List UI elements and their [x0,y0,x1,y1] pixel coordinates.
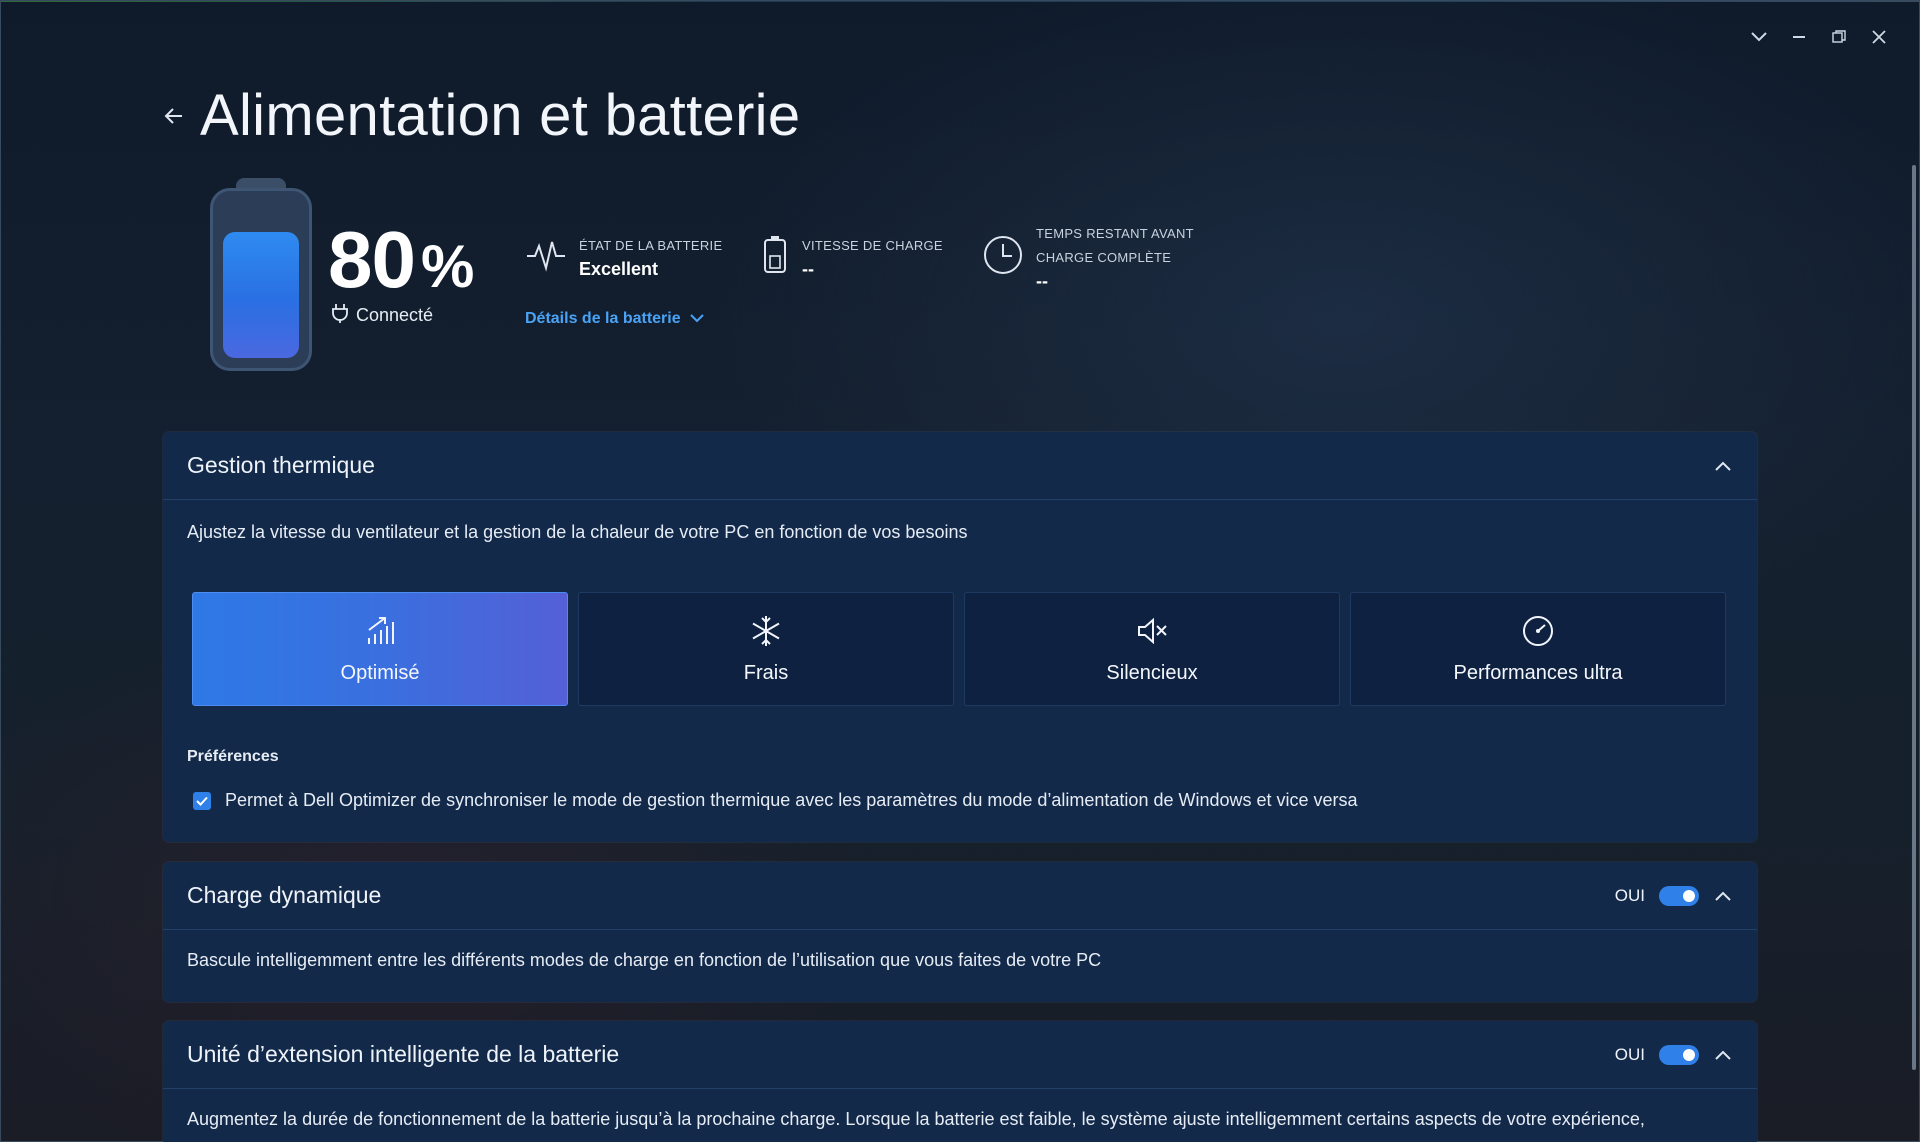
dynamic-charge-title: Charge dynamique [187,882,382,908]
close-icon[interactable] [1868,26,1890,48]
battery-extender-toggle[interactable] [1659,1044,1699,1065]
dynamic-charge-toggle[interactable] [1659,885,1699,906]
mode-cool-label: Frais [743,661,789,684]
thermal-management-panel: Gestion thermique Ajustez la vitesse du … [163,432,1757,842]
battery-health-label: ÉTAT DE LA BATTERIE [579,238,723,253]
charge-speed-label: VITESSE DE CHARGE [802,238,943,253]
thermal-panel-title: Gestion thermique [187,452,375,478]
time-remaining-label-1: TEMPS RESTANT AVANT [1036,226,1194,241]
battery-percent-number: 80 [328,215,416,304]
time-remaining-value: -- [1036,271,1048,291]
sync-preference-row: Permet à Dell Optimizer de synchroniser … [193,790,1358,811]
battery-health-value: Excellent [579,259,659,279]
time-remaining-stat: TEMPS RESTANT AVANT CHARGE COMPLÈTE -- [982,222,1194,292]
preferences-title: Préférences [187,748,279,765]
toggle-knob [1683,889,1695,902]
battery-level-graphic [210,178,312,371]
page-title: Alimentation et batterie [200,83,801,148]
speedometer-icon [1521,614,1555,648]
battery-extender-description: Augmentez la durée de fonctionnement de … [187,1109,1645,1129]
battery-extender-header[interactable]: Unité d’extension intelligente de la bat… [163,1021,1757,1089]
thermal-description: Ajustez la vitesse du ventilateur et la … [187,522,968,542]
time-remaining-label-2: CHARGE COMPLÈTE [1036,250,1172,265]
dynamic-charge-header[interactable]: Charge dynamique OUI [163,862,1757,930]
connection-status-text: Connecté [356,305,434,325]
window-top-accent [0,0,1920,2]
optimized-signal-icon [363,614,397,648]
charge-speed-value: -- [802,259,814,279]
battery-extender-title: Unité d’extension intelligente de la bat… [187,1041,620,1067]
battery-fill [223,232,299,358]
mode-optimized-label: Optimisé [340,661,420,684]
window-controls [1748,26,1890,48]
battery-health-stat: ÉTAT DE LA BATTERIE Excellent [525,234,722,280]
battery-details-text: Détails de la batterie [525,310,681,327]
mode-cool-button[interactable]: Frais [578,592,954,706]
chevron-down-icon[interactable] [1748,26,1770,48]
toggle-knob [1683,1048,1695,1061]
speaker-mute-icon [1135,614,1169,648]
dynamic-charge-panel: Charge dynamique OUI Bascule intelligemm… [163,862,1757,1002]
plug-icon [330,302,350,329]
restore-icon[interactable] [1828,26,1850,48]
battery-percent-unit: % [420,233,475,300]
chevron-up-icon[interactable] [1713,456,1733,476]
heartbeat-icon [525,234,567,276]
mode-ultra-performance-button[interactable]: Performances ultra [1350,592,1726,706]
page-header: Alimentation et batterie [162,82,800,149]
sync-preference-text: Permet à Dell Optimizer de synchroniser … [225,790,1358,810]
charge-speed-stat: VITESSE DE CHARGE -- [760,234,943,280]
battery-extender-controls: OUI [1614,1044,1733,1065]
chevron-down-icon [689,310,705,328]
mode-quiet-label: Silencieux [1106,661,1198,684]
snowflake-icon [749,614,783,648]
mode-quiet-button[interactable]: Silencieux [964,592,1340,706]
connection-status: Connecté [330,302,433,329]
battery-percent: 80 % [328,214,474,306]
clock-icon [982,234,1024,276]
battery-details-link[interactable]: Détails de la batterie [525,310,705,328]
battery-extender-toggle-label: OUI [1614,1044,1645,1064]
thermal-panel-header[interactable]: Gestion thermique [163,432,1757,500]
minimize-icon[interactable] [1788,26,1810,48]
scrollbar[interactable] [1912,165,1916,1070]
battery-small-icon [760,234,790,276]
back-arrow-icon[interactable] [162,104,186,128]
dynamic-charge-controls: OUI [1614,885,1733,906]
sync-preference-checkbox[interactable] [193,791,211,810]
dynamic-charge-toggle-label: OUI [1614,885,1645,905]
chevron-up-icon[interactable] [1713,886,1733,906]
mode-optimized-button[interactable]: Optimisé [192,592,568,706]
thermal-mode-selector: Optimisé Frais Silencieux Performances u… [192,592,1726,706]
mode-ultra-performance-label: Performances ultra [1453,661,1623,684]
battery-extender-panel: Unité d’extension intelligente de la bat… [163,1021,1757,1142]
battery-body [210,188,312,371]
dynamic-charge-description: Bascule intelligemment entre les différe… [187,950,1102,970]
chevron-up-icon[interactable] [1713,1045,1733,1065]
